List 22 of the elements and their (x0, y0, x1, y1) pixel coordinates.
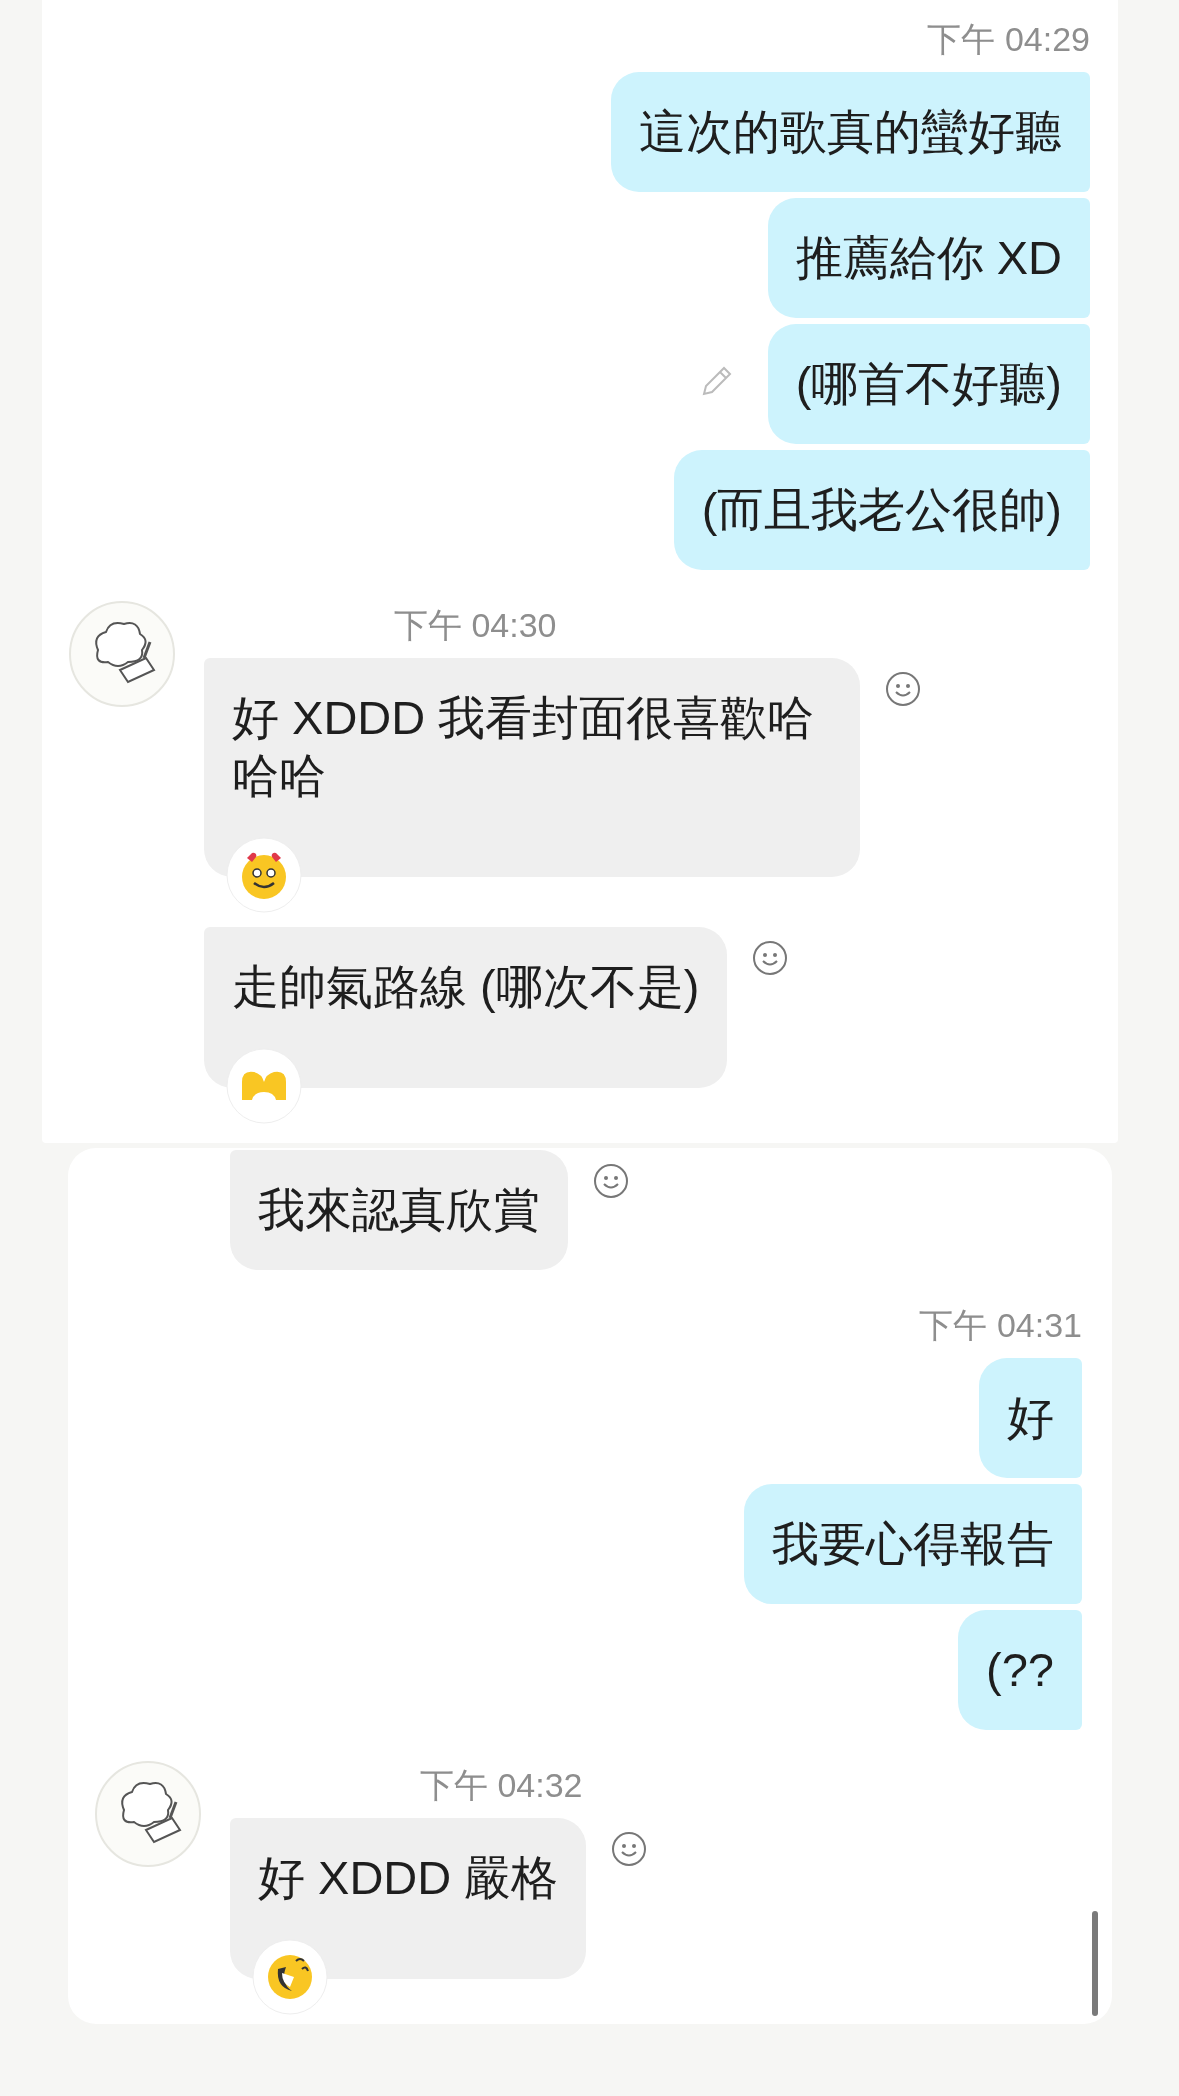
message-bubble: (而且我老公很帥) (673, 450, 1090, 570)
emoji-reaction-icon (226, 1048, 302, 1124)
timestamp: 下午 04:29 (927, 19, 1090, 60)
scrollbar[interactable] (1092, 1911, 1098, 2016)
add-reaction-icon[interactable] (751, 939, 790, 977)
timestamp: 下午 04:30 (394, 605, 558, 646)
message-bubble: 好 (979, 1358, 1082, 1478)
message-bubble: (?? (958, 1610, 1082, 1730)
message-bubble: 推薦給你 XD (767, 198, 1090, 318)
timestamp: 下午 04:31 (919, 1305, 1082, 1346)
avatar[interactable] (94, 1760, 202, 1868)
add-reaction-icon[interactable] (592, 1162, 630, 1200)
message-bubble: 我要心得報告 (744, 1484, 1082, 1604)
emoji-reaction-icon (252, 1939, 328, 2015)
timestamp: 下午 04:32 (420, 1765, 584, 1806)
message-bubble: 這次的歌真的蠻好聽 (611, 72, 1090, 192)
avatar[interactable] (68, 600, 176, 708)
add-reaction-icon[interactable] (610, 1830, 649, 1868)
add-reaction-icon[interactable] (884, 670, 922, 708)
message-bubble: (哪首不好聽) (767, 324, 1090, 444)
emoji-reaction-icon (226, 837, 302, 913)
message-bubble: 我來認真欣賞 (230, 1150, 568, 1270)
